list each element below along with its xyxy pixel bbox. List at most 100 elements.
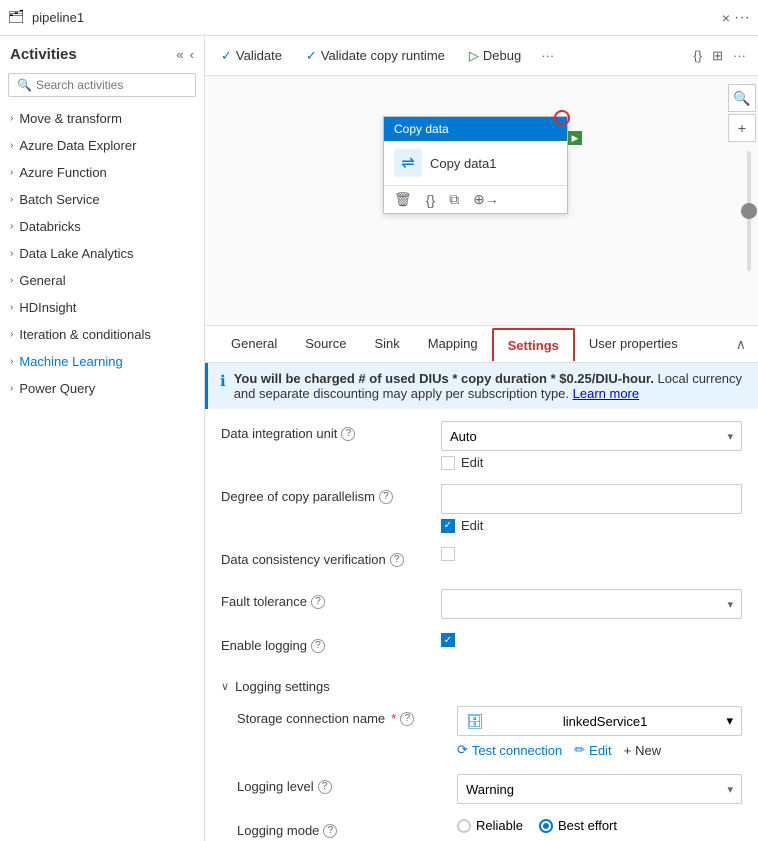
tab-source[interactable]: Source [291,326,360,363]
chevron-icon: › [10,167,13,178]
sidebar-item-label: Power Query [19,381,95,396]
search-input[interactable] [36,78,191,92]
validate-copy-button[interactable]: ✓ Validate copy runtime [302,46,449,66]
data-consistency-control [441,547,742,561]
enable-logging-help[interactable]: ? [311,639,325,653]
copy-parallelism-help[interactable]: ? [379,490,393,504]
debug-label: Debug [483,48,521,63]
sidebar-item-label: Data Lake Analytics [19,246,133,261]
slider-thumb[interactable] [741,203,757,219]
sidebar-item-iteration-conditionals[interactable]: › Iteration & conditionals [0,321,204,348]
logging-level-row: Logging level ? Warning ▾ [237,774,742,804]
sidebar-item-hdinsight[interactable]: › HDInsight [0,294,204,321]
tab-sink[interactable]: Sink [360,326,413,363]
pipeline-canvas[interactable]: Copy data ⇌ Copy data1 🗑 {} ⧉ ⊕→ ▶ 🔍 [205,76,758,326]
sidebar-item-label: General [19,273,65,288]
data-consistency-checkbox[interactable] [441,547,455,561]
fault-tolerance-select[interactable]: ▾ [441,589,742,619]
table-icon[interactable]: ⊞ [712,48,723,64]
storage-connection-help[interactable]: ? [400,712,414,726]
chevron-icon: › [10,383,13,394]
sidebar-item-batch-service[interactable]: › Batch Service [0,186,204,213]
delete-icon[interactable]: 🗑 [394,191,412,208]
logging-mode-row: Logging mode ? Reliable [237,818,742,841]
validate-copy-icon: ✓ [306,48,317,64]
sidebar-item-label: Databricks [19,219,80,234]
sidebar-item-label: Azure Data Explorer [19,138,136,153]
info-text: You will be charged # of used DIUs * cop… [234,371,746,401]
toolbar-menu[interactable]: {} ⊞ ··· [693,48,746,64]
storage-link-row: ⟳ Test connection ✏ Edit + New [457,742,742,758]
sidebar-item-move-transform[interactable]: › Move & transform [0,105,204,132]
expand-icon[interactable]: ‹ [190,47,194,62]
data-integration-edit-label: Edit [461,455,483,470]
logging-level-help[interactable]: ? [318,780,332,794]
search-box[interactable]: 🔍 [8,73,196,97]
logging-settings-label: Logging settings [235,679,330,694]
chevron-icon: › [10,221,13,232]
tab-user-properties[interactable]: User properties [575,326,692,363]
title-bar-menu[interactable]: ··· [734,9,750,27]
zoom-search-button[interactable]: 🔍 [728,84,756,112]
logging-mode-label: Logging mode ? [237,818,457,838]
sidebar-item-label: Move & transform [19,111,122,126]
new-connection-button[interactable]: + New [624,743,662,758]
storage-connection-select[interactable]: 🗄 linkedService1 ▾ [457,706,742,736]
sidebar-item-power-query[interactable]: › Power Query [0,375,204,402]
collapse-icon[interactable]: « [176,47,183,62]
enable-logging-checkbox[interactable] [441,633,455,647]
validate-button[interactable]: ✓ Validate [217,46,286,66]
toolbar-dots[interactable]: ··· [541,48,554,63]
logging-mode-help[interactable]: ? [323,824,337,838]
code-view-icon[interactable]: {} [426,192,435,208]
test-connection-icon: ⟳ [457,742,468,758]
close-button[interactable]: × [718,6,734,30]
section-chevron-icon: ∨ [221,680,229,693]
debug-button[interactable]: ▷ Debug [465,46,525,66]
sidebar-item-machine-learning[interactable]: › Machine Learning [0,348,204,375]
chevron-icon: › [10,356,13,367]
chevron-icon: › [10,140,13,151]
copy-parallelism-input[interactable] [441,484,742,514]
sidebar-item-data-lake-analytics[interactable]: › Data Lake Analytics [0,240,204,267]
chevron-icon: › [10,275,13,286]
logging-settings-content: Storage connection name * ? 🗄 linkedServ… [221,706,742,841]
logging-mode-best-effort[interactable]: Best effort [539,818,617,833]
add-output-icon[interactable]: ⊕→ [473,191,499,208]
validate-copy-label: Validate copy runtime [321,48,445,63]
copy-data-body: ⇌ Copy data1 [384,141,567,185]
fault-tolerance-row: Fault tolerance ? ▾ [221,589,742,619]
sidebar-icon-group: « ‹ [176,47,194,62]
logging-level-label: Logging level ? [237,774,457,794]
data-integration-unit-help[interactable]: ? [341,427,355,441]
copy-data-footer: 🗑 {} ⧉ ⊕→ [384,185,567,213]
logging-level-select[interactable]: Warning ▾ [457,774,742,804]
edit-connection-button[interactable]: ✏ Edit [574,742,611,758]
data-consistency-help[interactable]: ? [390,553,404,567]
add-button[interactable]: + [728,114,756,142]
tabs-collapse-icon[interactable]: ∧ [736,336,746,353]
test-connection-button[interactable]: ⟳ Test connection [457,742,562,758]
copy-data-node[interactable]: Copy data ⇌ Copy data1 🗑 {} ⧉ ⊕→ [383,116,568,214]
canvas-slider[interactable] [747,151,751,271]
tab-mapping[interactable]: Mapping [414,326,492,363]
sidebar-item-azure-function[interactable]: › Azure Function [0,159,204,186]
copy-data-header: Copy data [384,117,567,141]
code-icon[interactable]: {} [693,48,702,63]
copy-parallelism-checkbox[interactable] [441,519,455,533]
tab-settings[interactable]: Settings [492,328,575,361]
logging-mode-reliable[interactable]: Reliable [457,818,523,833]
fault-tolerance-help[interactable]: ? [311,595,325,609]
success-indicator: ▶ [568,131,582,145]
data-integration-checkbox[interactable] [441,456,455,470]
tab-general[interactable]: General [217,326,291,363]
learn-more-link[interactable]: Learn more [573,386,639,401]
copy-icon[interactable]: ⧉ [449,191,459,208]
sidebar-item-databricks[interactable]: › Databricks [0,213,204,240]
data-integration-unit-select[interactable]: Auto ▾ [441,421,742,451]
sidebar-item-azure-data-explorer[interactable]: › Azure Data Explorer [0,132,204,159]
more-options-icon[interactable]: ··· [733,48,746,63]
sidebar-item-general[interactable]: › General [0,267,204,294]
settings-content: Data integration unit ? Auto ▾ Edit [205,409,758,841]
logging-settings-toggle[interactable]: ∨ Logging settings [221,675,742,694]
